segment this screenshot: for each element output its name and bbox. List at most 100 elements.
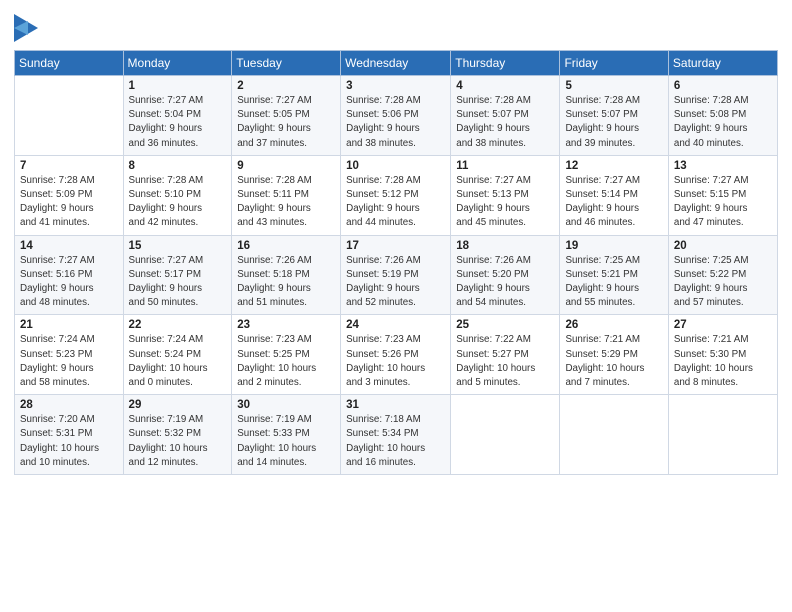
weekday-header-sunday: Sunday — [15, 51, 124, 76]
calendar-cell: 18Sunrise: 7:26 AM Sunset: 5:20 PM Dayli… — [451, 235, 560, 315]
day-number: 10 — [346, 160, 446, 172]
day-number: 17 — [346, 240, 446, 252]
day-info: Sunrise: 7:28 AM Sunset: 5:12 PM Dayligh… — [346, 174, 446, 231]
calendar-cell: 5 Sunrise: 7:28 AM Sunset: 5:07 PM Daylig… — [560, 76, 668, 156]
logo — [14, 14, 42, 42]
day-number: 31 — [346, 399, 446, 411]
calendar-cell: 22 Sunrise: 7:24 AM Sunset: 5:24 PM Dayli… — [123, 315, 232, 395]
calendar-cell: 26 Sunrise: 7:21 AM Sunset: 5:29 PM Dayli… — [560, 315, 668, 395]
calendar-cell: 8Sunrise: 7:28 AM Sunset: 5:10 PM Daylig… — [123, 155, 232, 235]
weekday-header-thursday: Thursday — [451, 51, 560, 76]
day-info: Sunrise: 7:28 AM Sunset: 5:07 PM Dayligh… — [565, 94, 663, 151]
day-info: Sunrise: 7:25 AM Sunset: 5:21 PM Dayligh… — [565, 254, 663, 311]
calendar-cell: 9Sunrise: 7:28 AM Sunset: 5:11 PM Daylig… — [232, 155, 341, 235]
day-number: 25 — [456, 319, 555, 331]
calendar-cell — [668, 395, 777, 475]
day-number: 7 — [20, 160, 119, 172]
calendar-cell: 16Sunrise: 7:26 AM Sunset: 5:18 PM Dayli… — [232, 235, 341, 315]
calendar-cell: 21Sunrise: 7:24 AM Sunset: 5:23 PM Dayli… — [15, 315, 124, 395]
calendar-cell: 24 Sunrise: 7:23 AM Sunset: 5:26 PM Dayli… — [341, 315, 451, 395]
day-info: Sunrise: 7:27 AM Sunset: 5:05 PM Dayligh… — [237, 94, 336, 151]
day-info: Sunrise: 7:28 AM Sunset: 5:06 PM Dayligh… — [346, 94, 446, 151]
day-info: Sunrise: 7:27 AM Sunset: 5:16 PM Dayligh… — [20, 254, 119, 311]
calendar-cell: 12 Sunrise: 7:27 AM Sunset: 5:14 PM Dayli… — [560, 155, 668, 235]
day-info: Sunrise: 7:24 AM Sunset: 5:24 PM Dayligh… — [129, 333, 228, 390]
day-number: 14 — [20, 240, 119, 252]
calendar-cell: 28 Sunrise: 7:20 AM Sunset: 5:31 PM Dayli… — [15, 395, 124, 475]
calendar-cell: 4 Sunrise: 7:28 AM Sunset: 5:07 PM Daylig… — [451, 76, 560, 156]
day-number: 24 — [346, 319, 446, 331]
day-info: Sunrise: 7:28 AM Sunset: 5:10 PM Dayligh… — [129, 174, 228, 231]
calendar-cell: 7 Sunrise: 7:28 AM Sunset: 5:09 PM Daylig… — [15, 155, 124, 235]
day-info: Sunrise: 7:22 AM Sunset: 5:27 PM Dayligh… — [456, 333, 555, 390]
calendar-page: SundayMondayTuesdayWednesdayThursdayFrid… — [0, 0, 792, 612]
calendar-week-row: 1 Sunrise: 7:27 AM Sunset: 5:04 PM Daylig… — [15, 76, 778, 156]
day-number: 1 — [129, 80, 228, 92]
day-number: 26 — [565, 319, 663, 331]
day-number: 29 — [129, 399, 228, 411]
day-info: Sunrise: 7:28 AM Sunset: 5:08 PM Dayligh… — [674, 94, 773, 151]
weekday-header-row: SundayMondayTuesdayWednesdayThursdayFrid… — [15, 51, 778, 76]
day-info: Sunrise: 7:24 AM Sunset: 5:23 PM Dayligh… — [20, 333, 119, 390]
calendar-week-row: 21Sunrise: 7:24 AM Sunset: 5:23 PM Dayli… — [15, 315, 778, 395]
weekday-header-tuesday: Tuesday — [232, 51, 341, 76]
day-info: Sunrise: 7:20 AM Sunset: 5:31 PM Dayligh… — [20, 413, 119, 470]
day-info: Sunrise: 7:28 AM Sunset: 5:07 PM Dayligh… — [456, 94, 555, 151]
day-number: 11 — [456, 160, 555, 172]
calendar-cell: 1 Sunrise: 7:27 AM Sunset: 5:04 PM Daylig… — [123, 76, 232, 156]
calendar-body: 1 Sunrise: 7:27 AM Sunset: 5:04 PM Daylig… — [15, 76, 778, 475]
calendar-cell: 10 Sunrise: 7:28 AM Sunset: 5:12 PM Dayli… — [341, 155, 451, 235]
calendar-cell: 13Sunrise: 7:27 AM Sunset: 5:15 PM Dayli… — [668, 155, 777, 235]
day-number: 5 — [565, 80, 663, 92]
calendar-week-row: 14 Sunrise: 7:27 AM Sunset: 5:16 PM Dayli… — [15, 235, 778, 315]
day-number: 3 — [346, 80, 446, 92]
calendar-week-row: 28 Sunrise: 7:20 AM Sunset: 5:31 PM Dayli… — [15, 395, 778, 475]
calendar-cell: 23 Sunrise: 7:23 AM Sunset: 5:25 PM Dayli… — [232, 315, 341, 395]
calendar-cell: 15 Sunrise: 7:27 AM Sunset: 5:17 PM Dayli… — [123, 235, 232, 315]
calendar-cell: 30 Sunrise: 7:19 AM Sunset: 5:33 PM Dayli… — [232, 395, 341, 475]
day-number: 19 — [565, 240, 663, 252]
day-number: 27 — [674, 319, 773, 331]
day-info: Sunrise: 7:27 AM Sunset: 5:15 PM Dayligh… — [674, 174, 773, 231]
calendar-cell: 25 Sunrise: 7:22 AM Sunset: 5:27 PM Dayli… — [451, 315, 560, 395]
day-info: Sunrise: 7:26 AM Sunset: 5:18 PM Dayligh… — [237, 254, 336, 311]
calendar-cell: 31 Sunrise: 7:18 AM Sunset: 5:34 PM Dayli… — [341, 395, 451, 475]
calendar-cell: 20 Sunrise: 7:25 AM Sunset: 5:22 PM Dayli… — [668, 235, 777, 315]
calendar-cell: 14 Sunrise: 7:27 AM Sunset: 5:16 PM Dayli… — [15, 235, 124, 315]
day-number: 4 — [456, 80, 555, 92]
day-info: Sunrise: 7:27 AM Sunset: 5:14 PM Dayligh… — [565, 174, 663, 231]
day-number: 6 — [674, 80, 773, 92]
calendar-cell: 11Sunrise: 7:27 AM Sunset: 5:13 PM Dayli… — [451, 155, 560, 235]
calendar-cell: 2 Sunrise: 7:27 AM Sunset: 5:05 PM Daylig… — [232, 76, 341, 156]
weekday-header-saturday: Saturday — [668, 51, 777, 76]
calendar-cell — [451, 395, 560, 475]
day-number: 15 — [129, 240, 228, 252]
day-number: 22 — [129, 319, 228, 331]
calendar-cell — [560, 395, 668, 475]
day-number: 30 — [237, 399, 336, 411]
day-number: 23 — [237, 319, 336, 331]
day-info: Sunrise: 7:27 AM Sunset: 5:17 PM Dayligh… — [129, 254, 228, 311]
day-info: Sunrise: 7:21 AM Sunset: 5:30 PM Dayligh… — [674, 333, 773, 390]
calendar-cell: 27 Sunrise: 7:21 AM Sunset: 5:30 PM Dayli… — [668, 315, 777, 395]
day-info: Sunrise: 7:23 AM Sunset: 5:25 PM Dayligh… — [237, 333, 336, 390]
calendar-table: SundayMondayTuesdayWednesdayThursdayFrid… — [14, 50, 778, 475]
day-number: 2 — [237, 80, 336, 92]
day-number: 18 — [456, 240, 555, 252]
day-info: Sunrise: 7:21 AM Sunset: 5:29 PM Dayligh… — [565, 333, 663, 390]
day-number: 9 — [237, 160, 336, 172]
day-info: Sunrise: 7:28 AM Sunset: 5:09 PM Dayligh… — [20, 174, 119, 231]
day-number: 28 — [20, 399, 119, 411]
day-number: 20 — [674, 240, 773, 252]
day-info: Sunrise: 7:25 AM Sunset: 5:22 PM Dayligh… — [674, 254, 773, 311]
day-info: Sunrise: 7:19 AM Sunset: 5:33 PM Dayligh… — [237, 413, 336, 470]
header — [14, 10, 778, 42]
day-info: Sunrise: 7:23 AM Sunset: 5:26 PM Dayligh… — [346, 333, 446, 390]
day-number: 12 — [565, 160, 663, 172]
day-info: Sunrise: 7:19 AM Sunset: 5:32 PM Dayligh… — [129, 413, 228, 470]
day-info: Sunrise: 7:18 AM Sunset: 5:34 PM Dayligh… — [346, 413, 446, 470]
calendar-cell: 3 Sunrise: 7:28 AM Sunset: 5:06 PM Daylig… — [341, 76, 451, 156]
calendar-week-row: 7 Sunrise: 7:28 AM Sunset: 5:09 PM Daylig… — [15, 155, 778, 235]
weekday-header-wednesday: Wednesday — [341, 51, 451, 76]
day-info: Sunrise: 7:27 AM Sunset: 5:04 PM Dayligh… — [129, 94, 228, 151]
